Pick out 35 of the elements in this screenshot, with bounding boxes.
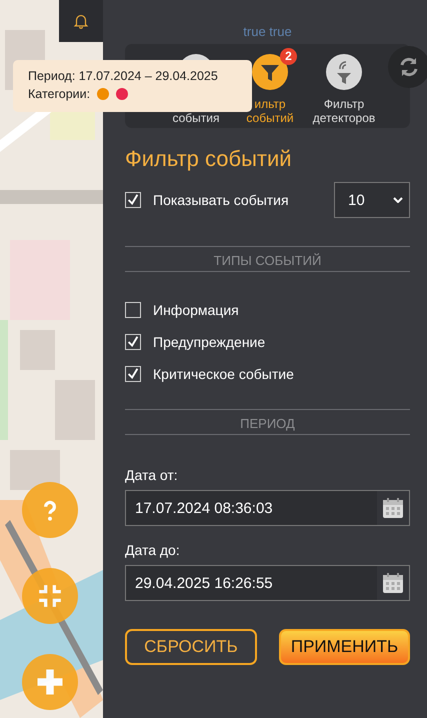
checkbox-label: Показывать события: [153, 192, 289, 208]
categories-label: Категории:: [28, 86, 90, 103]
date-field[interactable]: 29.04.2025 16:26:55: [125, 565, 410, 601]
tab[interactable]: Фильтр детекторов: [309, 44, 379, 128]
checkbox-label: Информация: [153, 302, 239, 318]
tab-label: события: [171, 110, 220, 125]
checkbox[interactable]: [125, 302, 141, 318]
checkbox-label: Предупреждение: [153, 334, 266, 350]
apply-button[interactable]: ПРИМЕНИТЬ: [279, 629, 410, 665]
calendar-icon: [382, 572, 404, 594]
section-heading: ТИПЫ СОБЫТИЙ: [125, 247, 410, 272]
panel-title: Фильтр событий: [125, 146, 293, 172]
checkbox[interactable]: [125, 334, 141, 350]
checkbox-label: Критическое событие: [153, 366, 294, 382]
date-field[interactable]: 17.07.2024 08:36:03: [125, 490, 410, 526]
checkbox[interactable]: [125, 192, 141, 208]
collapse-icon: [37, 583, 63, 609]
tab-label: Фильтр детекторов: [313, 97, 375, 125]
section-heading: ПЕРИОД: [125, 409, 410, 435]
tab[interactable]: 2 ильтр событий: [235, 44, 305, 128]
notification-badge: 2: [280, 48, 297, 65]
field-label: Дата от:: [125, 467, 179, 483]
bell-button[interactable]: [59, 0, 103, 42]
field-label: Дата до:: [125, 542, 181, 558]
calendar-icon: [382, 497, 404, 519]
period-text: Период: 17.07.2024 – 29.04.2025: [28, 68, 219, 85]
bell-icon: [72, 12, 90, 30]
chevron-down-icon: [393, 197, 403, 203]
count-select[interactable]: 10: [334, 182, 410, 218]
plus-icon: [35, 667, 65, 697]
tab-label: ильтр событий: [245, 97, 295, 125]
detector-filter-icon: [326, 54, 362, 90]
checkbox[interactable]: [125, 366, 141, 382]
caption-text: true true: [242, 24, 293, 40]
reset-button[interactable]: СБРОСИТЬ: [125, 629, 257, 665]
